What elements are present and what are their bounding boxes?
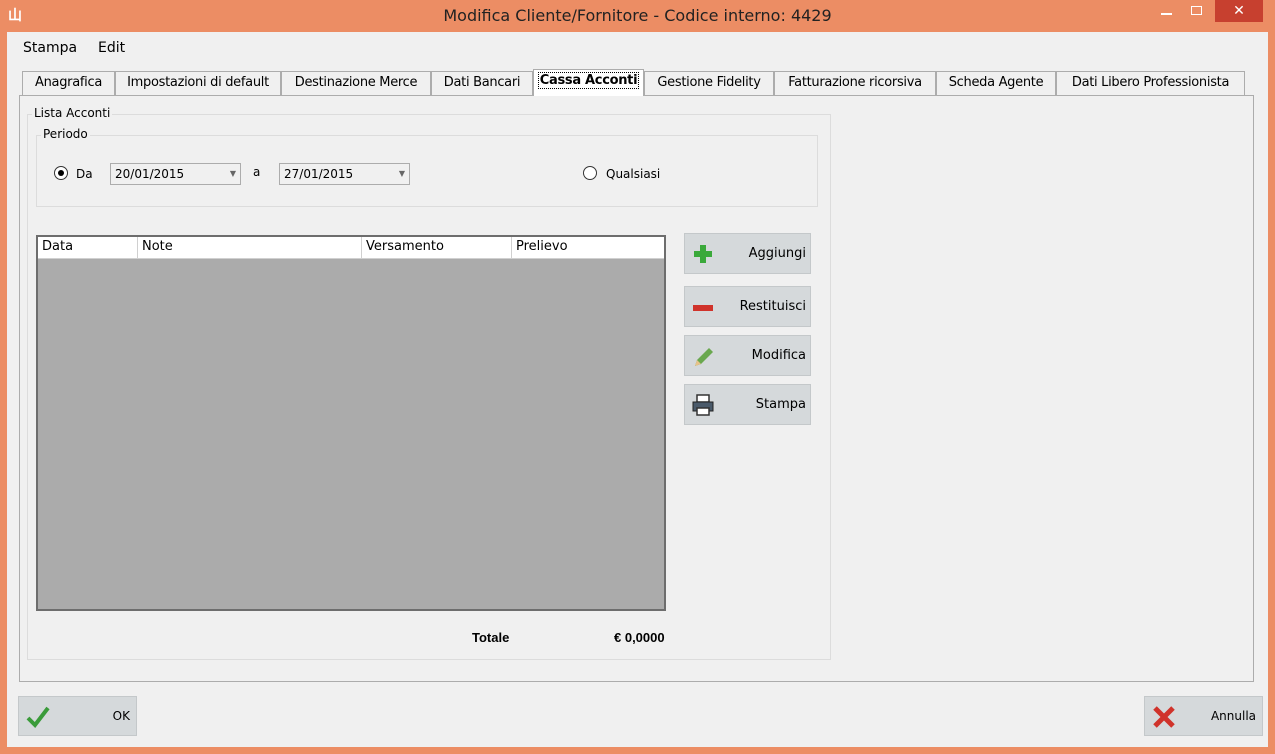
tab-dati-libero-professionista[interactable]: Dati Libero Professionista: [1056, 71, 1245, 95]
window-title: Modifica Cliente/Fornitore - Codice inte…: [443, 6, 832, 25]
annulla-button[interactable]: Annulla: [1144, 696, 1263, 736]
ok-label: OK: [112, 709, 130, 723]
acconti-table-header: Data Note Versamento Prelievo: [38, 237, 664, 259]
restituisci-button[interactable]: Restituisci: [684, 286, 811, 327]
totale-label: Totale: [472, 630, 510, 645]
checkmark-icon: [26, 706, 50, 729]
chevron-down-icon: ▼: [398, 169, 405, 178]
tab-scheda-agente[interactable]: Scheda Agente: [936, 71, 1056, 95]
maximize-icon: [1190, 6, 1202, 15]
tab-impostazioni-default[interactable]: Impostazioni di default: [115, 71, 281, 95]
minimize-button[interactable]: [1153, 0, 1179, 22]
tab-panel-cassa-acconti: Lista Acconti Periodo Da 20/01/2015 ▼ a …: [19, 95, 1254, 682]
minus-icon: [693, 305, 713, 311]
periodo-group: Periodo Da 20/01/2015 ▼ a 27/01/2015 ▼ Q…: [36, 127, 818, 207]
column-header-versamento[interactable]: Versamento: [362, 237, 512, 259]
aggiungi-label: Aggiungi: [748, 246, 806, 261]
menu-bar: Stampa Edit: [7, 32, 1268, 62]
close-button[interactable]: ✕: [1215, 0, 1263, 22]
tab-fatturazione-ricorsiva[interactable]: Fatturazione ricorsiva: [774, 71, 936, 95]
modifica-label: Modifica: [751, 348, 806, 363]
maximize-button[interactable]: [1183, 0, 1209, 22]
title-bar: 山 Modifica Cliente/Fornitore - Codice in…: [0, 0, 1275, 32]
menu-edit[interactable]: Edit: [98, 40, 125, 56]
ok-button[interactable]: OK: [18, 696, 137, 736]
printer-icon: [692, 394, 714, 416]
radio-da[interactable]: [54, 166, 68, 180]
stampa-label: Stampa: [755, 397, 806, 412]
aggiungi-button[interactable]: Aggiungi: [684, 233, 811, 274]
date-from-value: 20/01/2015: [115, 167, 185, 181]
radio-qualsiasi[interactable]: [583, 166, 597, 180]
menu-stampa[interactable]: Stampa: [23, 40, 77, 56]
between-label: a: [253, 165, 261, 179]
date-to-picker[interactable]: 27/01/2015 ▼: [279, 163, 410, 185]
column-header-note[interactable]: Note: [138, 237, 362, 259]
tab-cassa-acconti-label: Cassa Acconti: [537, 72, 640, 89]
column-header-data[interactable]: Data: [38, 237, 138, 259]
tab-cassa-acconti[interactable]: Cassa Acconti: [533, 69, 644, 96]
date-to-value: 27/01/2015: [284, 167, 354, 181]
acconti-table[interactable]: Data Note Versamento Prelievo: [36, 235, 666, 611]
tab-dati-bancari[interactable]: Dati Bancari: [431, 71, 533, 95]
lista-acconti-group: Lista Acconti Periodo Da 20/01/2015 ▼ a …: [27, 106, 831, 660]
radio-qualsiasi-label: Qualsiasi: [606, 167, 661, 181]
annulla-label: Annulla: [1210, 709, 1256, 723]
tab-destinazione-merce[interactable]: Destinazione Merce: [281, 71, 431, 95]
periodo-title: Periodo: [41, 127, 90, 141]
minimize-icon: [1160, 13, 1172, 15]
dialog-client-area: Stampa Edit Anagrafica Impostazioni di d…: [7, 32, 1268, 747]
cancel-x-icon: [1153, 706, 1175, 728]
stampa-button[interactable]: Stampa: [684, 384, 811, 425]
pencil-icon: [695, 348, 713, 366]
column-header-prelievo[interactable]: Prelievo: [512, 237, 664, 259]
totale-value: € 0,0000: [614, 630, 665, 645]
close-icon: ✕: [1233, 2, 1245, 18]
tab-gestione-fidelity[interactable]: Gestione Fidelity: [644, 71, 774, 95]
lista-acconti-title: Lista Acconti: [32, 106, 113, 120]
chevron-down-icon: ▼: [229, 169, 236, 178]
radio-da-checked-dot: [58, 170, 64, 176]
tab-anagrafica[interactable]: Anagrafica: [22, 71, 115, 95]
plus-icon: [694, 245, 712, 263]
radio-da-label: Da: [76, 167, 93, 181]
restituisci-label: Restituisci: [739, 299, 806, 314]
modifica-button[interactable]: Modifica: [684, 335, 811, 376]
date-from-picker[interactable]: 20/01/2015 ▼: [110, 163, 241, 185]
